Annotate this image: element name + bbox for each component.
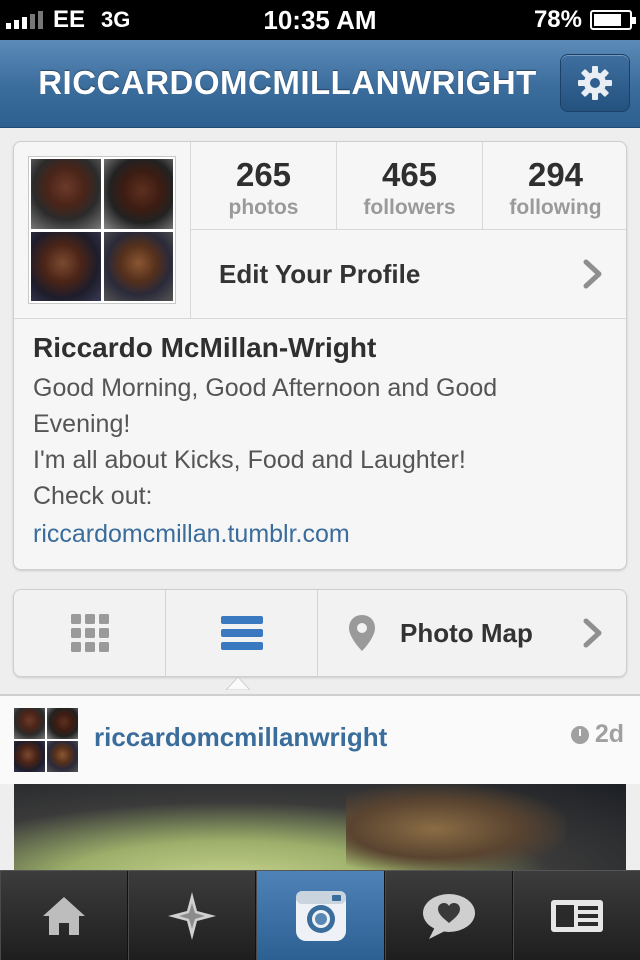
settings-button[interactable] bbox=[560, 54, 630, 112]
tab-home[interactable] bbox=[0, 871, 129, 960]
profile-avatar[interactable] bbox=[28, 156, 176, 304]
stat-label: followers bbox=[363, 196, 456, 219]
view-toggle: Photo Map bbox=[13, 589, 627, 677]
status-bar: EE 3G 10:35 AM 78% bbox=[0, 0, 640, 40]
stat-label: following bbox=[509, 196, 602, 219]
tab-explore[interactable] bbox=[128, 871, 257, 960]
camera-icon bbox=[295, 890, 346, 941]
stat-value: 294 bbox=[527, 156, 584, 193]
photo-map-button[interactable]: Photo Map bbox=[318, 590, 626, 676]
stat-value: 465 bbox=[381, 156, 438, 193]
stat-label: photos bbox=[228, 196, 299, 219]
chevron-right-icon bbox=[583, 259, 602, 289]
bio-line: Good Morning, Good Afternoon and Good bbox=[33, 374, 498, 402]
list-view-button[interactable] bbox=[166, 590, 318, 676]
post-avatar[interactable] bbox=[14, 708, 78, 772]
profile-bio: Riccardo McMillan-Wright Good Morning, G… bbox=[33, 332, 613, 554]
stat-value: 265 bbox=[235, 156, 292, 193]
home-icon bbox=[43, 896, 86, 935]
battery-percent: 78% bbox=[533, 6, 582, 33]
divider bbox=[14, 318, 626, 319]
edit-profile-label: Edit Your Profile bbox=[219, 258, 421, 289]
edit-profile-button[interactable]: Edit Your Profile bbox=[190, 230, 626, 318]
post-username[interactable]: riccardomcmillanwright bbox=[94, 722, 387, 753]
list-icon bbox=[220, 616, 263, 650]
profile-icon bbox=[550, 899, 603, 932]
profile-card: 265 photos 465 followers 294 following E… bbox=[13, 141, 627, 570]
post-timestamp: 2d bbox=[570, 720, 624, 749]
post-age: 2d bbox=[594, 720, 624, 748]
grid-view-button[interactable] bbox=[14, 590, 166, 676]
photo-map-label: Photo Map bbox=[400, 617, 533, 648]
tab-bar bbox=[0, 870, 640, 960]
explore-icon bbox=[168, 891, 217, 940]
nav-bar: RICCARDOMCMILLANWRIGHT bbox=[0, 40, 640, 128]
page-title: RICCARDOMCMILLANWRIGHT bbox=[38, 64, 537, 101]
tab-news[interactable] bbox=[384, 871, 513, 960]
grid-icon bbox=[70, 614, 109, 652]
chevron-right-icon bbox=[583, 618, 602, 648]
news-icon bbox=[422, 893, 475, 939]
stat-following[interactable]: 294 following bbox=[483, 142, 626, 229]
post-header: riccardomcmillanwright 2d bbox=[0, 696, 640, 784]
stat-photos[interactable]: 265 photos bbox=[191, 142, 337, 229]
gear-icon bbox=[578, 66, 612, 100]
bio-line: Check out: bbox=[33, 482, 153, 510]
tab-profile[interactable] bbox=[512, 871, 640, 960]
bio-line: Evening! bbox=[33, 410, 131, 438]
stat-followers[interactable]: 465 followers bbox=[337, 142, 483, 229]
profile-stats: 265 photos 465 followers 294 following bbox=[190, 142, 626, 230]
status-right: 78% bbox=[533, 6, 636, 34]
selection-notch bbox=[226, 676, 250, 690]
bio-line: I'm all about Kicks, Food and Laughter! bbox=[33, 446, 466, 474]
post-photo[interactable] bbox=[14, 784, 626, 874]
battery-icon bbox=[590, 10, 636, 30]
profile-link[interactable]: riccardomcmillan.tumblr.com bbox=[33, 514, 613, 554]
tab-camera[interactable] bbox=[256, 871, 385, 960]
map-pin-icon bbox=[349, 615, 375, 651]
profile-name: Riccardo McMillan-Wright bbox=[33, 332, 377, 363]
clock-icon bbox=[570, 725, 589, 744]
